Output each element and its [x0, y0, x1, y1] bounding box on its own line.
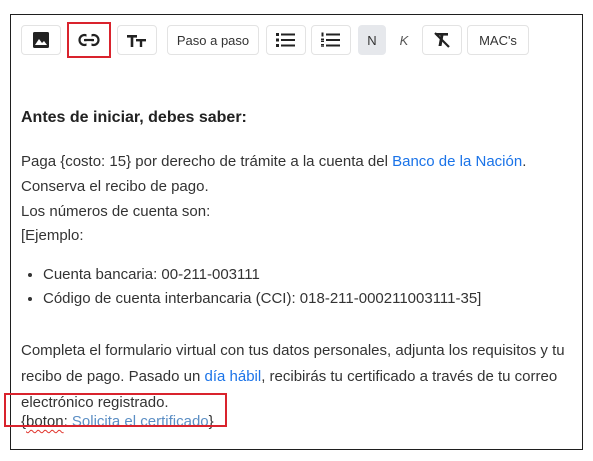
- clear-format-icon: [433, 31, 451, 49]
- accounts-line: Los números de cuenta son:: [21, 203, 211, 220]
- italic-label: K: [399, 32, 409, 48]
- bold-button[interactable]: N: [358, 25, 386, 55]
- rich-text-editor[interactable]: Paso a paso N K MAC's Antes de iniciar, …: [10, 14, 583, 450]
- image-icon: [32, 31, 50, 49]
- account-list: Cuenta bancaria: 00-211-003111 Código de…: [21, 263, 481, 311]
- list-item: Código de cuenta interbancaria (CCI): 01…: [43, 287, 481, 311]
- payment-text: Paga {costo: 15} por derecho de trámite …: [21, 153, 393, 170]
- macs-button[interactable]: MAC's: [467, 25, 529, 55]
- example-line: [Ejemplo:: [21, 227, 84, 244]
- payment-line: Paga {costo: 15} por derecho de trámite …: [21, 153, 526, 170]
- highlight-box: [4, 393, 227, 427]
- text-size-button[interactable]: [117, 25, 157, 55]
- receipt-line: Conserva el recibo de pago.: [21, 178, 209, 195]
- section-heading: Antes de iniciar, debes saber:: [21, 109, 247, 126]
- text-size-icon: [127, 32, 147, 48]
- banco-nacion-link[interactable]: Banco de la Nación: [392, 153, 522, 170]
- bulleted-list-icon: [276, 32, 296, 48]
- dia-habil-link[interactable]: día hábil: [204, 368, 261, 385]
- bold-label: N: [367, 32, 377, 48]
- macs-label: MAC's: [479, 32, 517, 48]
- link-icon: [78, 33, 100, 47]
- numbered-list-icon: [321, 32, 341, 48]
- insert-link-button[interactable]: [67, 22, 111, 58]
- editor-toolbar: Paso a paso N K MAC's: [21, 22, 572, 58]
- paso-a-paso-label: Paso a paso: [176, 32, 250, 48]
- numbered-list-button[interactable]: [311, 25, 351, 55]
- bulleted-list-button[interactable]: [266, 25, 306, 55]
- payment-period: .: [522, 153, 527, 170]
- paso-a-paso-button[interactable]: Paso a paso: [167, 25, 259, 55]
- clear-format-button[interactable]: [422, 25, 462, 55]
- insert-image-button[interactable]: [21, 25, 61, 55]
- italic-button[interactable]: K: [390, 25, 418, 55]
- list-item: Cuenta bancaria: 00-211-003111: [43, 263, 481, 287]
